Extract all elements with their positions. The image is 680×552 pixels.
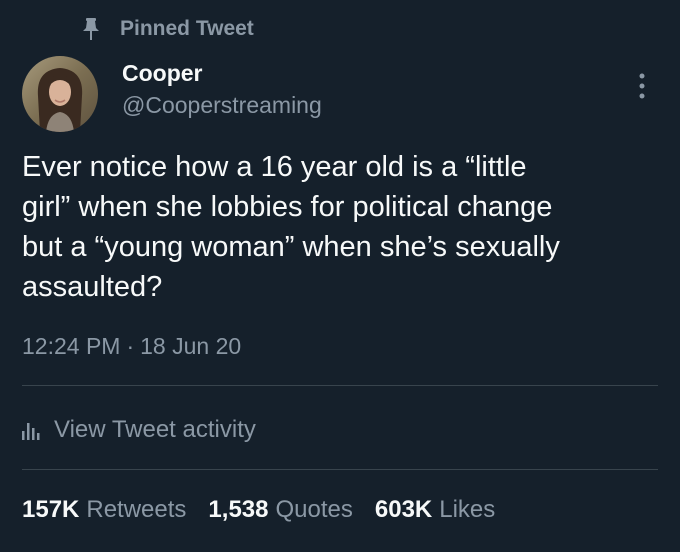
author-display-name[interactable]: Cooper xyxy=(122,60,203,87)
tweet-date[interactable]: 18 Jun 20 xyxy=(140,333,241,360)
pin-icon xyxy=(80,16,102,42)
more-icon xyxy=(639,73,645,99)
retweets-count: 157K xyxy=(22,496,80,523)
likes-label: Likes xyxy=(439,496,496,523)
view-tweet-activity-link[interactable]: View Tweet activity xyxy=(20,412,256,448)
divider xyxy=(22,469,658,470)
retweets-label: Retweets xyxy=(86,496,187,523)
pinned-label: Pinned Tweet xyxy=(120,17,254,40)
quotes-stat[interactable]: 1,538 Quotes xyxy=(208,496,352,524)
more-options-button[interactable] xyxy=(630,66,654,106)
tweet-timestamp[interactable]: 12:24 PM · 18 Jun 20 xyxy=(22,333,241,360)
tweet-stats: 157K Retweets 1,538 Quotes 603K Likes xyxy=(22,496,495,524)
quotes-count: 1,538 xyxy=(208,496,269,523)
retweets-stat[interactable]: 157K Retweets xyxy=(22,496,186,524)
likes-stat[interactable]: 603K Likes xyxy=(375,496,495,524)
pinned-tweet-header: Pinned Tweet xyxy=(80,14,254,44)
view-tweet-activity-label: View Tweet activity xyxy=(54,416,256,443)
tweet-text: Ever notice how a 16 year old is a “litt… xyxy=(22,151,560,303)
tweet-time[interactable]: 12:24 PM xyxy=(22,333,120,360)
divider xyxy=(22,385,658,386)
avatar[interactable] xyxy=(22,56,98,132)
quotes-label: Quotes xyxy=(275,496,353,523)
timestamp-separator: · xyxy=(126,333,135,359)
author-handle[interactable]: @Cooperstreaming xyxy=(122,92,322,119)
analytics-icon xyxy=(20,419,42,441)
likes-count: 603K xyxy=(374,496,433,523)
